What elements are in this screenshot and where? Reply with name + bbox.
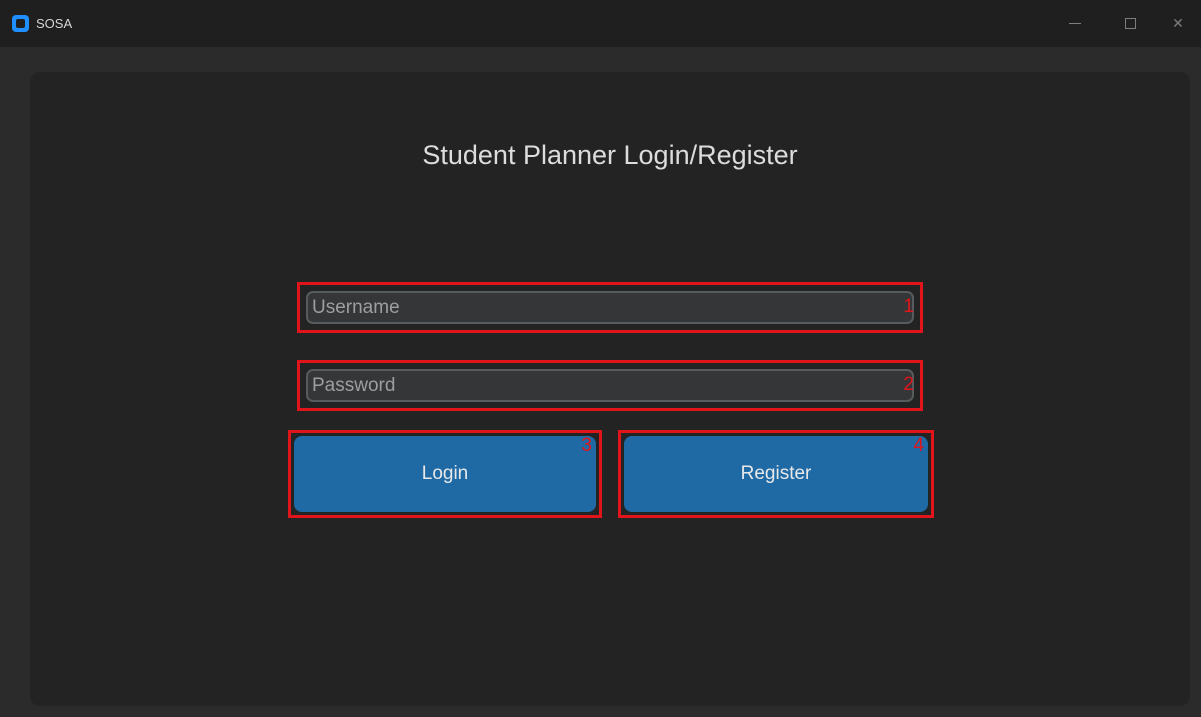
login-button[interactable]: Login xyxy=(294,436,596,512)
window-title: SOSA xyxy=(36,16,73,31)
title-bar[interactable]: SOSA ✕ xyxy=(0,0,1201,47)
username-input[interactable] xyxy=(306,291,914,324)
annotation-number: 3 xyxy=(581,435,592,456)
password-input[interactable] xyxy=(306,369,914,402)
minimize-button[interactable] xyxy=(1052,0,1098,47)
annotation-number: 4 xyxy=(913,435,924,456)
page-title: Student Planner Login/Register xyxy=(422,140,798,170)
maximize-button[interactable] xyxy=(1107,0,1153,47)
register-button[interactable]: Register xyxy=(624,436,928,512)
maximize-icon xyxy=(1124,18,1136,29)
password-annotation-box: 2 xyxy=(297,360,923,411)
login-annotation-box: Login 3 xyxy=(288,430,602,518)
login-panel: Student Planner Login/Register 1 2 Login… xyxy=(30,72,1190,706)
annotation-number: 2 xyxy=(903,374,914,395)
annotation-number: 1 xyxy=(903,296,914,317)
close-button[interactable]: ✕ xyxy=(1155,0,1201,47)
app-window: SOSA ✕ Student Planner Login/Register 1 … xyxy=(0,0,1201,717)
username-annotation-box: 1 xyxy=(297,282,923,333)
register-annotation-box: Register 4 xyxy=(618,430,934,518)
app-icon xyxy=(12,15,29,32)
minimize-icon xyxy=(1069,23,1081,24)
close-icon: ✕ xyxy=(1172,15,1184,32)
